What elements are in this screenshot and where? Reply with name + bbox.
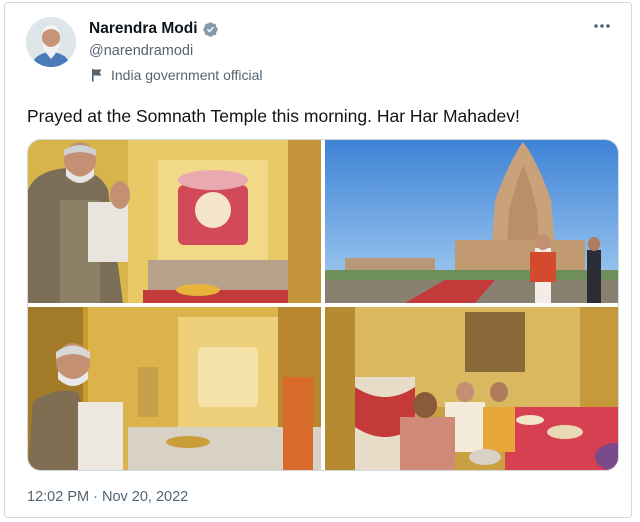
name-row: Narendra Modi [89,20,219,38]
tweet-text: Prayed at the Somnath Temple this mornin… [27,106,520,126]
timestamp-separator: · [93,489,98,505]
photo-2-image [325,140,618,303]
affiliation-label[interactable]: India government official [91,67,263,83]
photo-2[interactable] [325,140,618,303]
display-name[interactable]: Narendra Modi [89,20,198,38]
verified-badge-icon [202,21,218,37]
media-grid [27,139,619,471]
timestamp: 12:02 PM · Nov 20, 2022 [27,489,188,505]
photo-4-image [325,307,618,470]
handle[interactable]: @narendramodi [89,43,193,59]
avatar-image [26,17,76,67]
photo-4[interactable] [325,307,618,470]
avatar[interactable] [26,17,76,67]
post-date[interactable]: Nov 20, 2022 [102,489,188,505]
post-time[interactable]: 12:02 PM [27,489,89,505]
affiliation-label-text: India government official [111,67,263,83]
tweet-card: Narendra Modi @narendramodi India govern… [4,2,632,518]
photo-1[interactable] [28,140,321,303]
photo-1-image [28,140,321,303]
photo-3-image [28,307,321,470]
more-options-icon[interactable] [593,21,611,31]
flag-icon [92,69,102,82]
photo-3[interactable] [28,307,321,470]
